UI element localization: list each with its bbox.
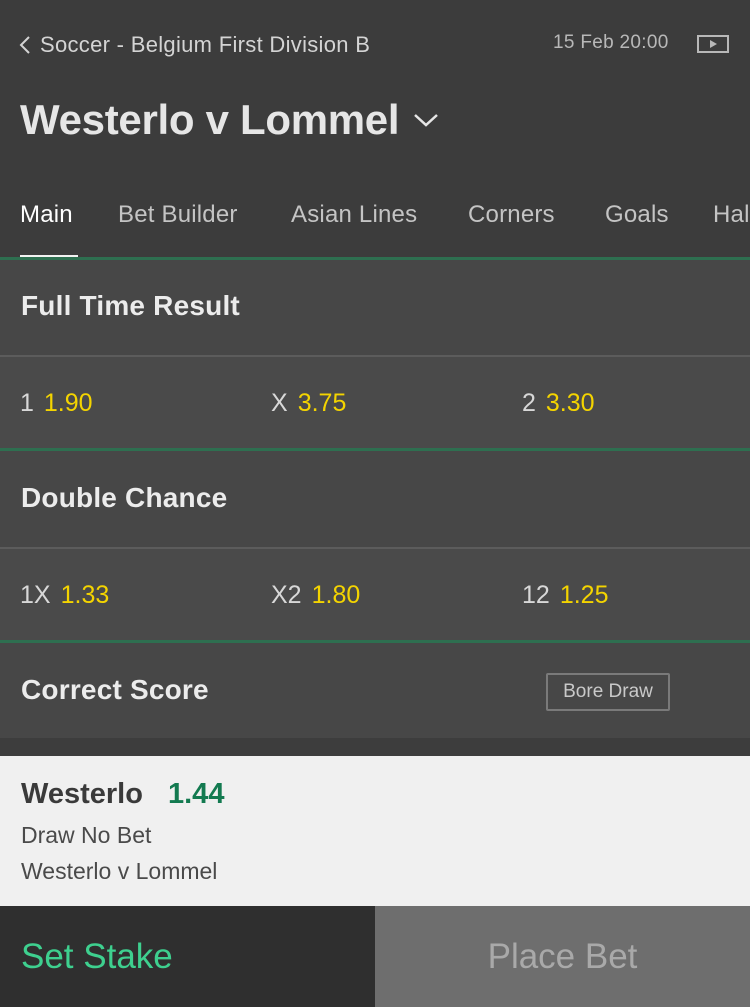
selection-1x[interactable]: 1X 1.33: [20, 578, 109, 612]
tab-half[interactable]: Hal: [713, 190, 750, 240]
selection-price: 3.75: [297, 389, 347, 417]
market-tabs: Main Bet Builder Asian Lines Corners Goa…: [0, 190, 750, 260]
market-title: Double Chance: [21, 482, 228, 513]
set-stake-button[interactable]: Set Stake: [0, 906, 375, 1007]
market-header-full-time-result[interactable]: Full Time Result: [0, 260, 750, 353]
selection-label: 12: [522, 581, 550, 609]
breadcrumb[interactable]: Soccer - Belgium First Division B: [18, 30, 370, 60]
chevron-left-icon[interactable]: [18, 31, 38, 59]
selection-label: 2: [522, 389, 536, 417]
selection-label: 1X: [20, 581, 51, 609]
odds-row-full-time-result: 1 1.90 X 3.75 2 3.30: [0, 357, 750, 449]
event-title-label[interactable]: Westerlo v Lommel: [20, 96, 400, 144]
selection-price: 1.25: [559, 581, 609, 609]
selection-label: 1: [20, 389, 34, 417]
place-bet-button[interactable]: Place Bet: [375, 906, 750, 1007]
betslip-selection: Westerlo: [21, 778, 143, 810]
betslip-price: 1.44: [168, 778, 225, 810]
tab-asian-lines[interactable]: Asian Lines: [291, 190, 417, 240]
breadcrumb-label[interactable]: Soccer - Belgium First Division B: [40, 32, 370, 58]
event-title[interactable]: Westerlo v Lommel: [20, 92, 441, 148]
betslip-event: Westerlo v Lommel: [21, 858, 218, 884]
selection-away[interactable]: 2 3.30: [522, 386, 595, 420]
tab-main[interactable]: Main: [20, 190, 73, 240]
selection-price: 1.80: [311, 581, 361, 609]
match-datetime: 15 Feb 20:00: [553, 32, 669, 53]
market-header-double-chance[interactable]: Double Chance: [0, 451, 750, 544]
betslip-market: Draw No Bet: [21, 822, 152, 848]
chevron-down-icon[interactable]: [411, 110, 441, 130]
selection-home[interactable]: 1 1.90: [20, 386, 93, 420]
selection-draw[interactable]: X 3.75: [271, 386, 346, 420]
selection-price: 3.30: [545, 389, 595, 417]
tab-goals[interactable]: Goals: [605, 190, 669, 240]
betslip[interactable]: Westerlo 1.44 Draw No Bet Westerlo v Lom…: [0, 756, 750, 906]
video-play-icon[interactable]: [697, 35, 729, 53]
selection-12[interactable]: 12 1.25: [522, 578, 608, 612]
selection-label: X: [271, 389, 288, 417]
market-title: Full Time Result: [21, 290, 240, 321]
market-title: Correct Score: [21, 674, 209, 705]
selection-x2[interactable]: X2 1.80: [271, 578, 360, 612]
selection-price: 1.33: [60, 581, 110, 609]
odds-row-double-chance: 1X 1.33 X2 1.80 12 1.25: [0, 549, 750, 641]
selection-label: X2: [271, 581, 302, 609]
tab-bet-builder[interactable]: Bet Builder: [118, 190, 238, 240]
tab-corners[interactable]: Corners: [468, 190, 555, 240]
bore-draw-button[interactable]: Bore Draw: [546, 673, 670, 711]
selection-price: 1.90: [43, 389, 93, 417]
betslip-shadow: [0, 738, 750, 756]
